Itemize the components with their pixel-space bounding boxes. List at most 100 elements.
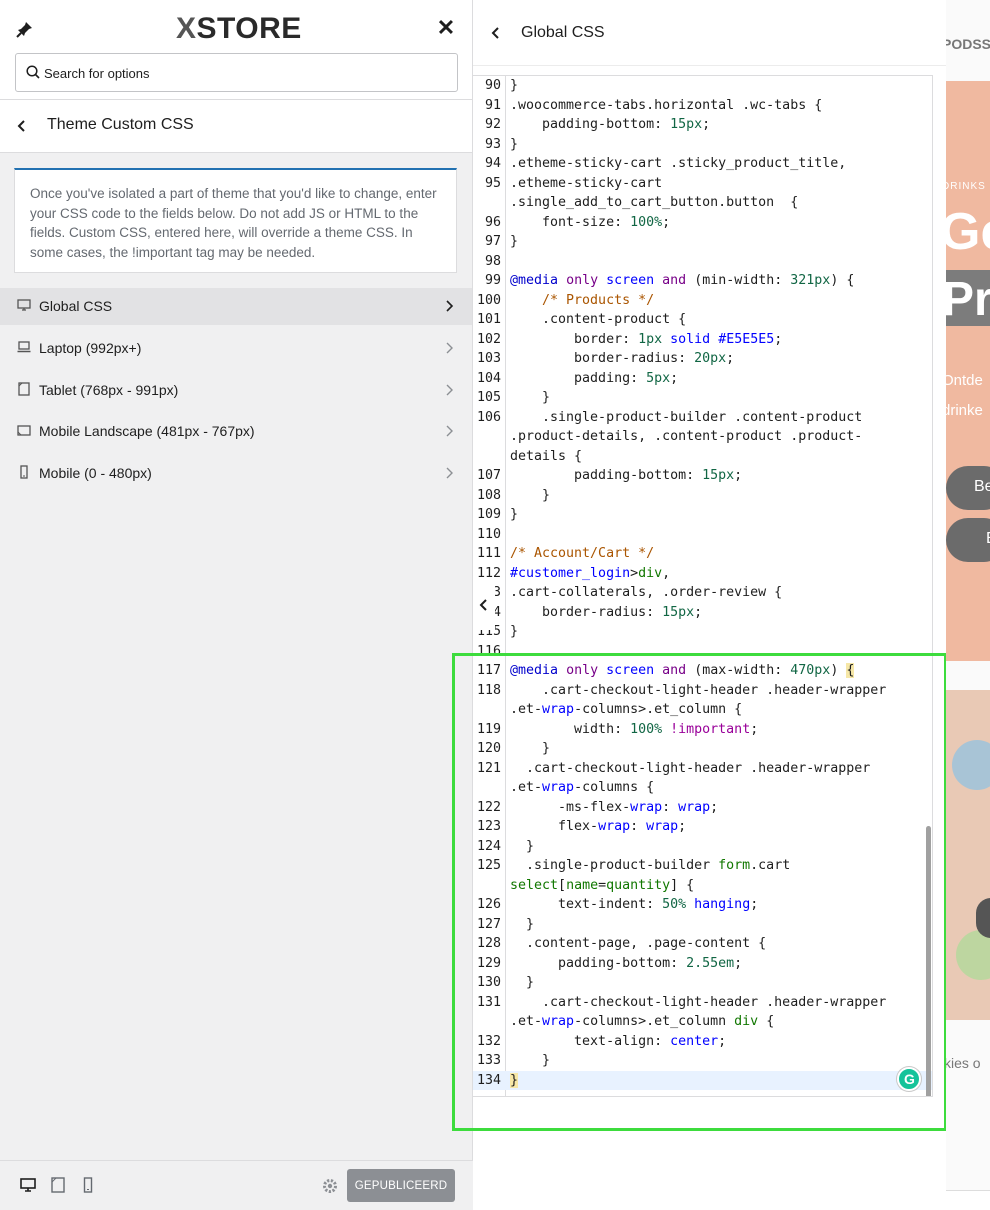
line-number: 102 [476, 331, 501, 347]
line-number: 122 [476, 799, 501, 815]
preview-button-2[interactable]: E [946, 518, 990, 562]
menu-item-mobile-landscape[interactable]: Mobile Landscape (481px - 767px) [0, 412, 472, 454]
line-number: 128 [476, 936, 501, 951]
section-header: Theme Custom CSS [0, 100, 472, 153]
line-number: 129 [476, 955, 501, 971]
code-line: 115} [473, 622, 932, 642]
back-chevron-icon[interactable] [487, 24, 505, 42]
code-editor[interactable]: 90} 91 .woocommerce-tabs.horizontal .wc-ta… [473, 75, 933, 1097]
line-number: 126 [476, 897, 501, 912]
line-number: 104 [476, 370, 501, 386]
xstore-logo: XSTORE [176, 12, 302, 45]
code-line: 96 font-size: 100%; [473, 213, 932, 233]
line-text: text-align: center; [510, 1033, 727, 1049]
line-text: @media only screen and (min-width: 321px… [510, 273, 855, 288]
mobile-icon [20, 464, 28, 479]
line-text: padding-bottom: 2.55em; [510, 955, 743, 971]
line-number: 127 [476, 916, 501, 932]
line-text: /* Products */ [510, 292, 655, 308]
line-number: 108 [476, 487, 501, 503]
code-line: details { [473, 447, 932, 467]
line-text: } [510, 78, 519, 93]
preview-mobile-icon[interactable] [80, 1177, 96, 1193]
close-icon[interactable]: ✕ [436, 17, 456, 39]
line-text: #customer_login>div, [510, 565, 671, 581]
line-text: padding-bottom: 15px; [510, 117, 711, 132]
line-number: 121 [476, 760, 501, 776]
line-text: } [510, 390, 551, 405]
search-input[interactable] [44, 62, 444, 84]
editor-header: Global CSS [473, 0, 946, 66]
publish-button[interactable]: GEPUBLICEERD [347, 1169, 455, 1202]
code-line: 117 @media only screen and (max-width: 47… [473, 661, 932, 681]
line-text: .woocommerce-tabs.horizontal .wc-tabs { [510, 97, 823, 113]
code-line: 107 padding-bottom: 15px; [473, 466, 932, 486]
line-number: 95 [484, 175, 501, 191]
preview-dark-button[interactable] [976, 898, 990, 938]
menu-item-tablet[interactable]: Tablet (768px - 991px) [0, 371, 472, 413]
code-line: 129 padding-bottom: 2.55em; [473, 954, 932, 974]
line-number: 124 [476, 838, 501, 854]
pin-icon[interactable] [16, 20, 34, 38]
grammarly-icon[interactable]: G [897, 1067, 921, 1091]
line-number: 103 [476, 351, 501, 366]
back-chevron-icon[interactable] [12, 116, 32, 136]
preview-cookie-text: kies o [946, 1055, 981, 1071]
line-number: 97 [484, 234, 501, 249]
line-number: 133 [476, 1053, 501, 1068]
code-line: 116 [473, 642, 932, 662]
line-text: } [510, 975, 535, 990]
line-text: padding-bottom: 15px; [510, 468, 743, 483]
line-number: 109 [476, 507, 501, 522]
preview-tablet-icon[interactable] [50, 1177, 66, 1193]
line-number: 98 [484, 253, 501, 269]
menu-item-global-css[interactable]: Global CSS [0, 288, 472, 325]
menu-item-laptop[interactable]: Laptop (992px+) [0, 329, 472, 371]
code-line: 119 width: 100% !important; [473, 720, 932, 740]
code-line: 102 border: 1px solid #E5E5E5; [473, 330, 932, 350]
line-number: 92 [484, 117, 501, 132]
chevron-right-icon [446, 384, 453, 395]
line-text: } [510, 1072, 519, 1088]
line-number: 118 [476, 682, 501, 698]
code-line: 122 -ms-flex-wrap: wrap; [473, 798, 932, 818]
code-line: 100 /* Products */ [473, 291, 932, 311]
editor-scrollbar[interactable] [926, 826, 931, 1096]
code-lines: 90} 91 .woocommerce-tabs.horizontal .wc-ta… [473, 76, 932, 1090]
preview-subtext-1: Ontde [946, 372, 983, 389]
code-line: .single_add_to_cart_button.button { [473, 193, 932, 213]
collapse-panel-handle[interactable] [473, 580, 495, 630]
preview-desktop-icon[interactable] [20, 1177, 36, 1193]
line-number: 90 [484, 78, 501, 93]
line-number: 94 [484, 156, 501, 171]
section-title: Theme Custom CSS [47, 116, 194, 133]
preview-headline-2: Pr [946, 273, 990, 326]
gear-icon[interactable] [322, 1178, 338, 1194]
tablet-icon [18, 381, 30, 396]
line-text: } [510, 741, 551, 756]
code-line: 103 border-radius: 20px; [473, 349, 932, 369]
chevron-right-icon [446, 467, 453, 478]
menu-item-label: Mobile (0 - 480px) [39, 464, 152, 481]
code-line: 94 .etheme-sticky-cart .sticky_product_ti… [473, 154, 932, 174]
code-line: 130 } [473, 973, 932, 993]
code-line: 110 [473, 525, 932, 545]
line-number: 96 [484, 214, 501, 230]
line-text: .cart-collaterals, .order-review { [510, 585, 783, 600]
preview-subtext-2: drinke [946, 402, 983, 419]
search-box[interactable] [15, 53, 458, 92]
preview-button-1[interactable]: Be [946, 466, 990, 510]
code-line: 3 .cart-collaterals, .order-review { [473, 583, 932, 603]
line-text: .product-details, .content-product .prod… [510, 429, 863, 444]
line-text: border-radius: 20px; [510, 351, 735, 366]
code-line: 118 .cart-checkout-light-header .header-… [473, 681, 932, 701]
line-number: 116 [476, 643, 501, 659]
menu-item-label: Tablet (768px - 991px) [39, 381, 179, 398]
code-line: 109} [473, 505, 932, 525]
line-number: 132 [476, 1033, 501, 1049]
menu-item-mobile[interactable]: Mobile (0 - 480px) [0, 454, 472, 496]
code-line: 123 flex-wrap: wrap; [473, 817, 932, 837]
line-text: flex-wrap: wrap; [510, 819, 687, 834]
line-text: padding: 5px; [510, 370, 679, 386]
preview-headline-1: Ge [946, 203, 990, 261]
